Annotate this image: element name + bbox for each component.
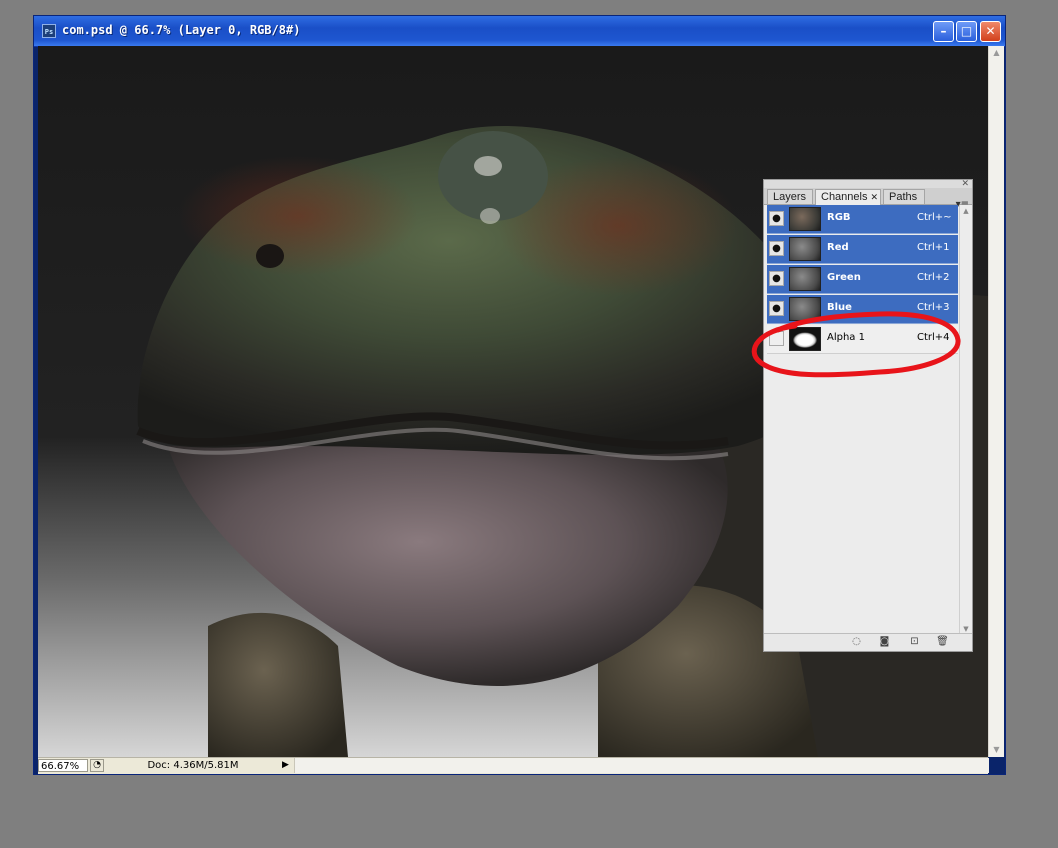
panel-scroll-up-arrow[interactable]: ▲ [960,205,972,217]
channel-shortcut: Ctrl+~ [917,212,952,223]
minimize-button[interactable]: – [933,21,954,42]
channels-panel: ✕ Layers Channels✕ Paths ▾≡ ● RGB Ctrl+~… [763,179,973,652]
load-selection-icon[interactable]: ◌ [850,636,863,648]
scroll-down-arrow[interactable]: ▼ [989,743,1004,757]
panel-titlebar[interactable]: ✕ [764,179,972,189]
maximize-button[interactable]: □ [956,21,977,42]
eye-icon[interactable]: ● [769,271,784,286]
eye-highlight-2 [480,208,500,224]
horizontal-scrollbar[interactable] [294,758,989,773]
tab-layers[interactable]: Layers [767,189,813,204]
panel-tabs: Layers Channels✕ Paths ▾≡ [764,188,972,210]
channel-name: Blue [827,302,852,313]
channel-shortcut: Ctrl+1 [917,242,950,253]
eye-icon[interactable]: ● [769,211,784,226]
tab-paths[interactable]: Paths [883,189,925,204]
channel-row-red[interactable]: ● Red Ctrl+1 [767,235,958,264]
channel-row-blue[interactable]: ● Blue Ctrl+3 [767,295,958,324]
channel-thumbnail [789,267,821,291]
channel-thumbnail [789,237,821,261]
tab-close-icon[interactable]: ✕ [870,192,878,202]
zoom-field[interactable]: 66.67% [38,759,88,772]
vertical-scrollbar[interactable]: ▲ ▼ [988,46,1004,757]
panel-scrollbar[interactable]: ▲ ▼ [959,205,972,635]
tab-channels[interactable]: Channels ✕ [815,189,881,205]
status-bar: 66.67% ◔ Doc: 4.36M/5.81M ▶ [38,757,989,774]
toad-left-arm [208,612,348,757]
channel-thumbnail [789,207,821,231]
delete-channel-icon[interactable]: 🗑 [936,636,949,648]
channel-name: Alpha 1 [827,332,865,343]
toad-nostril [256,244,284,268]
rust-patch [178,156,418,276]
channel-shortcut: Ctrl+4 [917,332,950,343]
toad-eye-bump [438,131,548,221]
channel-name: RGB [827,212,851,223]
doc-size: Doc: 4.36M/5.81M [147,760,239,771]
tab-channels-label: Channels [821,191,868,203]
visibility-toggle[interactable] [769,331,784,346]
channel-shortcut: Ctrl+3 [917,302,950,313]
new-channel-icon[interactable]: ⊡ [908,636,921,648]
close-button[interactable]: ✕ [980,21,1001,42]
eye-icon[interactable]: ● [769,241,784,256]
channel-thumbnail [789,297,821,321]
photoshop-icon: Ps [42,24,56,38]
window-title: com.psd @ 66.7% (Layer 0, RGB/8#) [62,23,301,37]
save-selection-icon[interactable]: ◙ [878,636,891,648]
title-bar[interactable]: Ps com.psd @ 66.7% (Layer 0, RGB/8#) – □… [34,16,1005,47]
channel-row-rgb[interactable]: ● RGB Ctrl+~ [767,205,958,234]
eye-icon[interactable]: ● [769,301,784,316]
scroll-up-arrow[interactable]: ▲ [989,46,1004,60]
channel-row-alpha-1[interactable]: Alpha 1 Ctrl+4 [767,325,958,354]
status-menu-arrow[interactable]: ▶ [282,759,292,772]
channel-thumbnail [789,327,821,351]
channel-name: Red [827,242,849,253]
channel-shortcut: Ctrl+2 [917,272,950,283]
channel-name: Green [827,272,861,283]
channel-row-green[interactable]: ● Green Ctrl+2 [767,265,958,294]
status-info-icon[interactable]: ◔ [90,759,104,772]
panel-button-bar: ◌ ◙ ⊡ 🗑 [764,633,972,651]
eye-highlight [474,156,502,176]
